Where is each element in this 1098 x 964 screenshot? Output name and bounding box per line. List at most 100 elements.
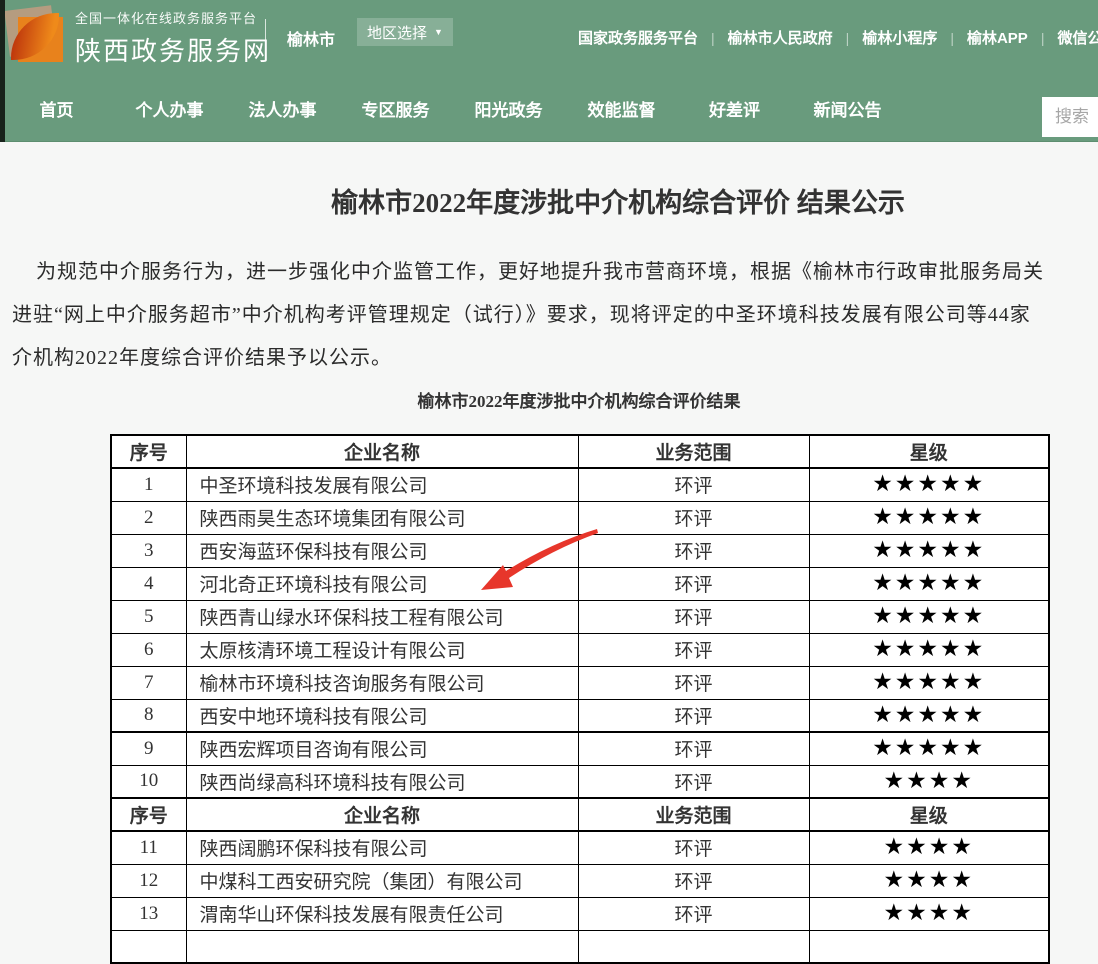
notice-line: 进驻“网上中介服务超市”中介机构考评管理规定（试行）》要求，现将评定的中圣环境科…	[12, 294, 1098, 337]
column-header: 企业名称	[186, 435, 578, 468]
header-link[interactable]: 微信公众号	[1057, 27, 1098, 48]
site-name: 陕西政务服务网	[75, 31, 271, 68]
nav-item-首页[interactable]: 首页	[0, 96, 113, 121]
table-row: 11陕西阔鹏环保科技有限公司环评★★★★	[111, 831, 1049, 864]
company-name: 西安海蓝环保科技有限公司	[186, 534, 578, 567]
link-separator: |	[711, 30, 715, 46]
company-name: 陕西宏辉项目咨询有限公司	[186, 732, 578, 765]
row-number: 6	[111, 633, 186, 666]
header-link[interactable]: 榆林市人民政府	[728, 27, 833, 48]
table-header-row: 序号企业名称业务范围星级	[111, 435, 1049, 468]
row-number: 5	[111, 600, 186, 633]
table-row: 10陕西尚绿高科环境科技有限公司环评★★★★	[111, 765, 1049, 798]
results-table: 序号企业名称业务范围星级1中圣环境科技发展有限公司环评★★★★★2陕西雨昊生态环…	[110, 434, 1050, 964]
business-scope: 环评	[578, 864, 809, 897]
link-separator: |	[950, 30, 954, 46]
table-row: 2陕西雨昊生态环境集团有限公司环评★★★★★	[111, 501, 1049, 534]
nav-item-专区服务[interactable]: 专区服务	[339, 96, 452, 121]
page-title: 榆林市2022年度涉批中介机构综合评价 结果公示	[107, 185, 1098, 221]
header-link[interactable]: 榆林APP	[967, 27, 1028, 48]
region-selector-label: 地区选择	[367, 22, 427, 43]
brand-block: 全国一体化在线政务服务平台 陕西政务服务网	[75, 8, 271, 68]
star-rating: ★★★★★	[809, 468, 1049, 501]
company-name: 陕西青山绿水环保科技工程有限公司	[186, 600, 578, 633]
business-scope: 环评	[578, 633, 809, 666]
header-links: 国家政务服务平台|榆林市人民政府|榆林小程序|榆林APP|微信公众号注册	[578, 0, 1098, 75]
header-divider	[265, 19, 266, 57]
table-row: 3西安海蓝环保科技有限公司环评★★★★★	[111, 534, 1049, 567]
column-header: 序号	[111, 435, 186, 468]
business-scope: 环评	[578, 831, 809, 864]
star-rating: ★★★★★	[809, 633, 1049, 666]
search-input[interactable]	[1042, 97, 1098, 137]
notice-line: 介机构2022年度综合评价结果予以公示。	[12, 337, 1098, 380]
row-number: 1	[111, 468, 186, 501]
company-name: 太原核清环境工程设计有限公司	[186, 633, 578, 666]
business-scope: 环评	[578, 534, 809, 567]
company-name: 陕西阔鹏环保科技有限公司	[186, 831, 578, 864]
business-scope: 环评	[578, 765, 809, 798]
table-row: 4河北奇正环境科技有限公司环评★★★★★	[111, 567, 1049, 600]
star-rating: ★★★★	[809, 831, 1049, 864]
business-scope: 环评	[578, 666, 809, 699]
star-rating: ★★★★★	[809, 567, 1049, 600]
row-number: 4	[111, 567, 186, 600]
results-table-body: 序号企业名称业务范围星级1中圣环境科技发展有限公司环评★★★★★2陕西雨昊生态环…	[111, 435, 1049, 963]
column-header: 企业名称	[186, 798, 578, 831]
business-scope: 环评	[578, 468, 809, 501]
star-rating: ★★★★★	[809, 534, 1049, 567]
table-row: 1中圣环境科技发展有限公司环评★★★★★	[111, 468, 1049, 501]
table-header-row: 序号企业名称业务范围星级	[111, 798, 1049, 831]
company-name: 中圣环境科技发展有限公司	[186, 468, 578, 501]
notice-paragraph: 为规范中介服务行为，进一步强化中介监管工作，更好地提升我市营商环境，根据《榆林市…	[12, 251, 1098, 380]
header-link[interactable]: 榆林小程序	[862, 27, 937, 48]
window-edge	[0, 0, 5, 142]
table-row: 8西安中地环境科技有限公司环评★★★★★	[111, 699, 1049, 732]
row-number: 12	[111, 864, 186, 897]
notice-page: 榆林市2022年度涉批中介机构综合评价 结果公示 为规范中介服务行为，进一步强化…	[0, 142, 1098, 964]
table-caption: 榆林市2022年度涉批中介机构综合评价结果	[110, 391, 1048, 413]
star-rating: ★★★★	[809, 897, 1049, 930]
company-name: 陕西雨昊生态环境集团有限公司	[186, 501, 578, 534]
notice-line: 为规范中介服务行为，进一步强化中介监管工作，更好地提升我市营商环境，根据《榆林市…	[12, 251, 1098, 294]
nav-item-法人办事[interactable]: 法人办事	[226, 96, 339, 121]
star-rating: ★★★★★	[809, 501, 1049, 534]
star-rating: ★★★★	[809, 864, 1049, 897]
table-row: 5陕西青山绿水环保科技工程有限公司环评★★★★★	[111, 600, 1049, 633]
business-scope: 环评	[578, 732, 809, 765]
main-nav: 首页个人办事法人办事专区服务阳光政务效能监督好差评新闻公告	[0, 75, 1098, 142]
table-row: 6太原核清环境工程设计有限公司环评★★★★★	[111, 633, 1049, 666]
link-separator: |	[1041, 30, 1045, 46]
platform-name: 全国一体化在线政务服务平台	[75, 8, 271, 27]
row-number: 10	[111, 765, 186, 798]
star-rating: ★★★★★	[809, 732, 1049, 765]
nav-item-阳光政务[interactable]: 阳光政务	[452, 96, 565, 121]
business-scope: 环评	[578, 699, 809, 732]
nav-item-好差评[interactable]: 好差评	[678, 96, 791, 121]
star-rating: ★★★★	[809, 765, 1049, 798]
company-name: 陕西尚绿高科环境科技有限公司	[186, 765, 578, 798]
column-header: 星级	[809, 435, 1049, 468]
row-number: 3	[111, 534, 186, 567]
column-header: 业务范围	[578, 798, 809, 831]
star-rating: ★★★★★	[809, 600, 1049, 633]
column-header: 星级	[809, 798, 1049, 831]
chevron-down-icon: ▼	[434, 28, 443, 37]
company-name: 榆林市环境科技咨询服务有限公司	[186, 666, 578, 699]
row-number: 7	[111, 666, 186, 699]
row-number: 8	[111, 699, 186, 732]
row-number: 13	[111, 897, 186, 930]
table-row: 12中煤科工西安研究院（集团）有限公司环评★★★★	[111, 864, 1049, 897]
nav-item-个人办事[interactable]: 个人办事	[113, 96, 226, 121]
column-header: 业务范围	[578, 435, 809, 468]
site-logo-icon[interactable]	[7, 6, 64, 64]
business-scope: 环评	[578, 897, 809, 930]
nav-item-新闻公告[interactable]: 新闻公告	[791, 96, 904, 121]
company-name: 渭南华山环保科技发展有限责任公司	[186, 897, 578, 930]
nav-item-效能监督[interactable]: 效能监督	[565, 96, 678, 121]
region-selector-button[interactable]: 地区选择 ▼	[357, 18, 453, 46]
header-link[interactable]: 国家政务服务平台	[578, 27, 698, 48]
star-rating: ★★★★★	[809, 699, 1049, 732]
column-header: 序号	[111, 798, 186, 831]
table-row: 9陕西宏辉项目咨询有限公司环评★★★★★	[111, 732, 1049, 765]
